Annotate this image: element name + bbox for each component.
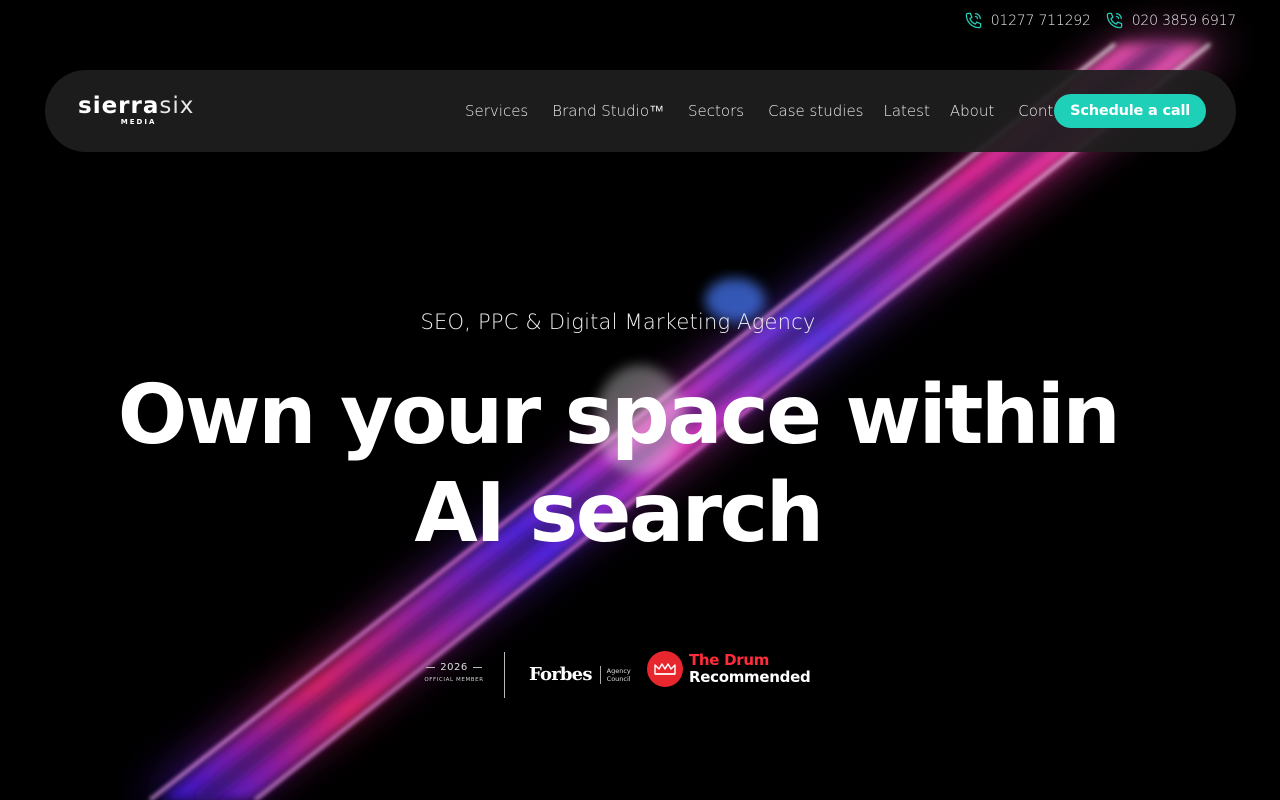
drum-title: The Drum [689,651,770,669]
phone-number: 020 3859 6917 [1131,12,1236,29]
nav-item-brand-studio[interactable]: Brand Studio™ [552,102,664,120]
dash-decoration [426,667,436,668]
forbes-sub-line-1: Agency [606,666,631,675]
forbes-sub-line-2: Council [606,674,631,683]
logo-light: six [159,93,195,119]
nav-item-about[interactable]: About [950,102,994,120]
official-member-badge: 2026 OFFICIAL MEMBER [422,662,486,683]
logo-subtitle: MEDIA [120,118,157,126]
logo[interactable]: sierrasix MEDIA [78,94,194,126]
forbes-council-logo: Forbes Agency Council [529,664,631,685]
logo-bold: sierra [78,93,160,119]
main-navbar: sierrasix MEDIA Services Brand Studio™ S… [45,70,1236,152]
drum-recommended: Recommended [689,668,811,686]
nav-links: Services Brand Studio™ Sectors Case stud… [465,70,1077,152]
phone-bar: 01277 711292 020 3859 6917 [964,11,1236,30]
badge-member-label: OFFICIAL MEMBER [424,677,484,683]
phone-number: 01277 711292 [990,12,1091,29]
forbes-council-label: Agency Council [607,667,631,683]
crown-icon [647,651,683,687]
badge-year-row: 2026 [422,662,486,673]
page: 01277 711292 020 3859 6917 sierrasix MED… [0,0,1280,800]
forbes-separator [599,665,601,684]
forbes-wordmark: Forbes [529,664,592,685]
logo-wordmark: sierrasix [78,94,194,118]
nav-item-latest[interactable]: Latest [884,102,930,120]
trust-badges: 2026 OFFICIAL MEMBER Forbes Agency Counc… [0,650,1280,700]
nav-item-case-studies[interactable]: Case studies [768,102,863,120]
badge-divider [504,652,505,698]
schedule-call-button[interactable]: Schedule a call [1054,94,1206,128]
hero-headline: Own your space within AI search [0,367,1236,563]
badge-year: 2026 [440,662,468,673]
nav-item-services[interactable]: Services [465,102,528,120]
drum-text: The Drum Recommended [689,651,811,686]
hero-eyebrow: SEO, PPC & Digital Marketing Agency [420,310,816,334]
hero-headline-line-1: Own your space within [117,368,1121,463]
phone-link-1[interactable]: 01277 711292 [964,11,1091,30]
phone-icon [964,11,983,30]
phone-link-2[interactable]: 020 3859 6917 [1105,11,1236,30]
phone-icon [1105,11,1124,30]
hero-headline-line-2: AI search [414,466,824,561]
nav-item-sectors[interactable]: Sectors [688,102,744,120]
dash-decoration [472,667,482,668]
the-drum-recommended-badge: The Drum Recommended [647,651,811,687]
